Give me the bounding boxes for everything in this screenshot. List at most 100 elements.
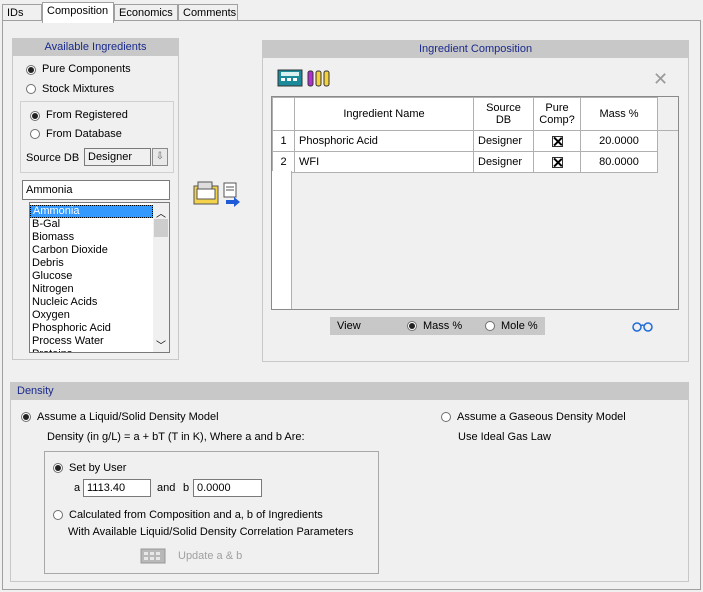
set-by-user-label: Set by User [69,462,127,474]
glasses-icon[interactable] [631,320,655,335]
list-item[interactable]: Phosphoric Acid [30,322,153,335]
ingredient-composition-header: Ingredient Composition [263,41,688,58]
from-database-radio[interactable] [30,129,40,139]
list-item[interactable]: Proteins [30,348,153,352]
mass-pct-cell[interactable]: 80.0000 [580,151,658,173]
ingredient-name-cell[interactable]: Phosphoric Acid [294,130,474,152]
source-db-cell[interactable]: Designer [473,130,534,152]
available-ingredients-header: Available Ingredients [13,39,178,56]
table-row[interactable]: 1 Phosphoric Acid Designer 20.0000 [272,130,679,152]
list-item[interactable]: B-Gal [30,218,153,231]
gaseous-density-radio[interactable] [441,412,451,422]
tab-label: Comments [183,7,237,19]
density-header: Density [11,383,688,400]
add-ingredient-icon [193,181,240,207]
list-item[interactable]: Process Water [30,335,153,348]
and-label: and [157,482,176,494]
calculated-radio[interactable] [53,510,63,520]
scroll-thumb[interactable] [154,219,168,237]
add-ingredient-button[interactable] [192,180,246,208]
mole-pct-label: Mole % [501,320,538,332]
row-header-column [272,171,292,309]
pure-comp-cell[interactable] [533,151,581,173]
stock-mixtures-radio[interactable] [26,84,36,94]
col-ingredient-name[interactable]: Ingredient Name [294,97,474,131]
liquid-density-label: Assume a Liquid/Solid Density Model [37,411,219,423]
calculator-icon [140,548,166,564]
scroll-down-icon[interactable]: ﹀ [156,337,166,352]
ideal-gas-label: Use Ideal Gas Law [458,431,551,443]
pure-comp-cell[interactable] [533,130,581,152]
list-item[interactable]: Glucose [30,270,153,283]
ingredient-name-cell[interactable]: WFI [294,151,474,173]
source-db-label: Source DB [26,152,80,164]
listbox-scrollbar[interactable]: ︿ ﹀ [153,203,169,352]
table-row[interactable]: 2 WFI Designer 80.0000 [272,151,679,173]
calculated-label-line1: Calculated from Composition and a, b of … [69,509,323,521]
density-formula: Density (in g/L) = a + bT (T in K), Wher… [47,431,305,443]
view-toggle-bar: View Mass % Mole % [330,317,545,335]
source-db-cell[interactable]: Designer [473,151,534,173]
row-number: 1 [272,130,295,152]
density-parameters-box: Set by User a 1113.40 and b 0.0000 Calcu… [44,451,379,574]
update-a-b-button[interactable]: Update a & b [140,546,250,566]
gaseous-density-label: Assume a Gaseous Density Model [457,411,626,423]
pure-components-label: Pure Components [42,63,131,75]
mass-pct-cell[interactable]: 20.0000 [580,130,658,152]
from-database-label: From Database [46,128,122,140]
composition-toolbar [277,68,339,91]
list-item[interactable]: Carbon Dioxide [30,244,153,257]
col-pure-comp[interactable]: Pure Comp? [533,97,581,131]
ingredient-list: Ammonia B-Gal Biomass Carbon Dioxide Debris G… [30,205,153,352]
density-section: Density Assume a Liquid/Solid Density Mo… [10,382,689,582]
list-item[interactable]: Ammonia [30,205,153,218]
ingredient-composition-panel: Ingredient Composition ✕ Ingredient Name… [262,40,689,362]
stock-mixtures-label: Stock Mixtures [42,83,115,95]
calculated-label-line2: With Available Liquid/Solid Density Corr… [68,526,354,538]
ingredient-search-input[interactable]: Ammonia [22,180,170,200]
b-input[interactable]: 0.0000 [193,479,262,497]
mole-pct-radio[interactable] [485,321,495,331]
set-by-user-radio[interactable] [53,463,63,473]
from-registered-radio[interactable] [30,111,40,121]
mass-pct-radio[interactable] [407,321,417,331]
list-item[interactable]: Biomass [30,231,153,244]
tab-composition[interactable]: Composition [42,2,114,23]
source-db-dropdown-button[interactable]: ⇩ [152,148,168,166]
list-item[interactable]: Nitrogen [30,283,153,296]
pure-comp-checkbox[interactable] [551,156,563,168]
b-label: b [183,482,190,494]
view-label: View [337,320,361,332]
corner-cell [272,97,295,131]
test-tubes-icon[interactable] [307,70,330,87]
available-ingredients-panel: Available Ingredients Pure Components St… [12,38,179,360]
calculator-icon[interactable] [277,69,303,87]
row-number: 2 [272,151,295,173]
close-icon[interactable]: ✕ [653,70,668,88]
list-item[interactable]: Oxygen [30,309,153,322]
composition-grid[interactable]: Ingredient Name Source DB Pure Comp? Mas… [271,96,679,310]
a-label: a [74,482,81,494]
ingredient-listbox[interactable]: Ammonia B-Gal Biomass Carbon Dioxide Debris G… [29,202,170,353]
pure-components-radio[interactable] [26,65,36,75]
col-source-db[interactable]: Source DB [473,97,534,131]
liquid-density-radio[interactable] [21,412,31,422]
list-item[interactable]: Debris [30,257,153,270]
tab-label: IDs [7,7,24,19]
tab-ids[interactable]: IDs [2,4,42,21]
source-db-field[interactable]: Designer [84,148,151,166]
a-input[interactable]: 1113.40 [83,479,151,497]
tab-label: Composition [47,5,109,17]
header-filler [657,97,678,131]
pure-comp-checkbox[interactable] [551,135,563,147]
tab-economics[interactable]: Economics [114,4,178,21]
tab-comments[interactable]: Comments [178,4,238,21]
download-arrow-icon: ⇩ [155,151,165,162]
update-a-b-label: Update a & b [178,550,243,562]
scroll-up-icon[interactable]: ︿ [156,205,166,220]
list-item[interactable]: Nucleic Acids [30,296,153,309]
from-registered-label: From Registered [46,109,128,121]
tab-label: Economics [119,7,173,19]
col-mass-pct[interactable]: Mass % [580,97,658,131]
mass-pct-label: Mass % [423,320,463,332]
